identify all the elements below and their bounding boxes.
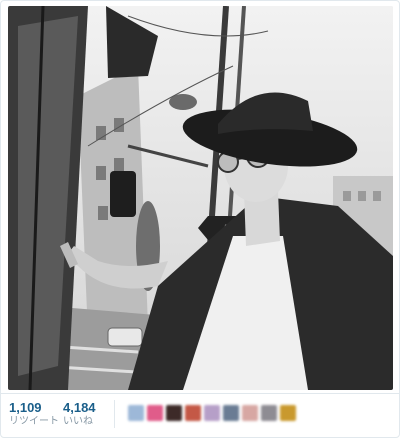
liker-avatar[interactable] xyxy=(204,405,220,421)
tweet-photo[interactable]: 452 xyxy=(8,6,393,390)
liker-avatar[interactable] xyxy=(128,405,144,421)
tweet-stats: 1,109 リツイート 4,184 いいね xyxy=(1,393,399,438)
liker-avatar[interactable] xyxy=(261,405,277,421)
stats-divider xyxy=(114,400,115,428)
retweet-count: 1,109 xyxy=(9,400,42,415)
liker-avatar[interactable] xyxy=(185,405,201,421)
retweet-stat[interactable]: 1,109 リツイート xyxy=(9,400,59,428)
liker-avatar[interactable] xyxy=(166,405,182,421)
like-count: 4,184 xyxy=(63,400,96,415)
liker-avatar[interactable] xyxy=(223,405,239,421)
like-stat[interactable]: 4,184 いいね xyxy=(63,400,96,428)
liker-avatar[interactable] xyxy=(242,405,258,421)
photo-icon: 452 xyxy=(8,6,393,390)
liker-avatar[interactable] xyxy=(147,405,163,421)
liker-avatar[interactable] xyxy=(280,405,296,421)
like-label: いいね xyxy=(63,416,93,427)
tweet-card: 452 1,109 リツイート 4,184 い xyxy=(0,0,400,438)
retweet-label: リツイート xyxy=(9,416,59,427)
